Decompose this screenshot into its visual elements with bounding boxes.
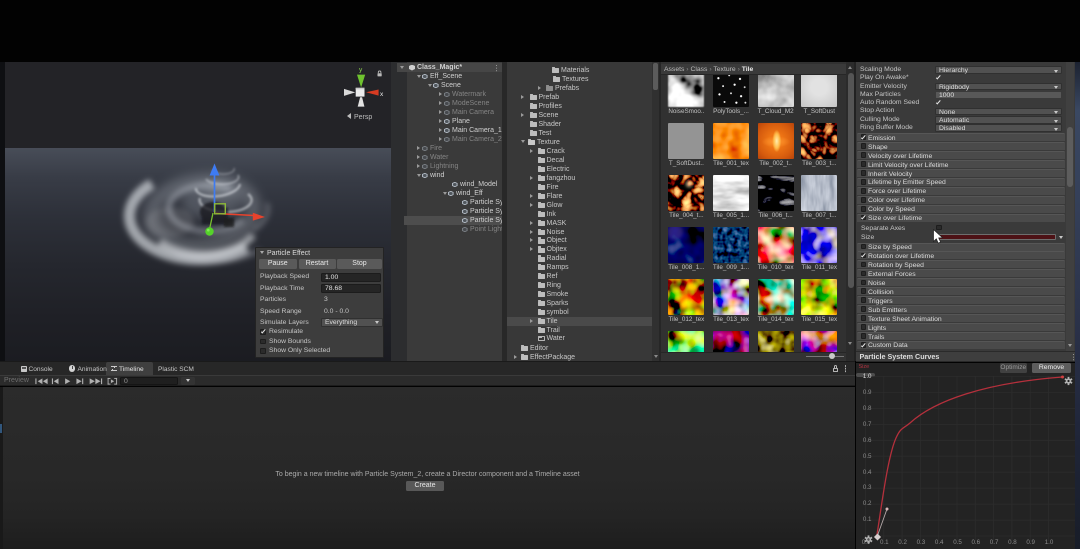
svg-text:y: y [359, 67, 363, 74]
svg-text:x: x [380, 91, 384, 98]
